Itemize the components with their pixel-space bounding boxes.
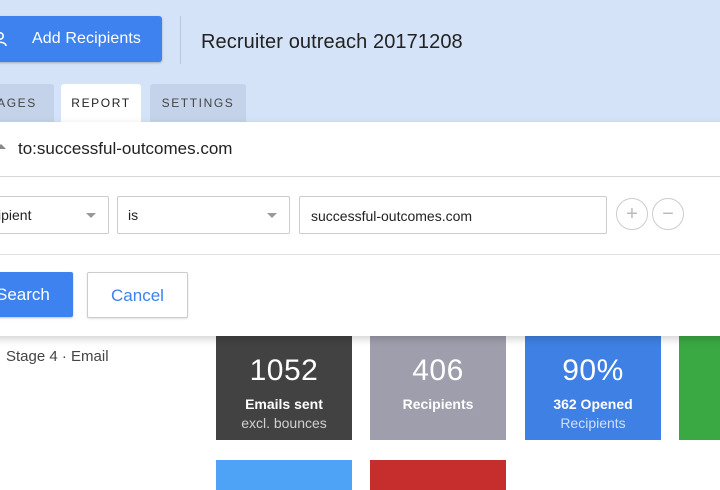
tab-stages-label: AGES [0, 96, 37, 110]
cancel-button-label: Cancel [111, 286, 164, 305]
person-add-icon [0, 32, 7, 47]
cancel-button[interactable]: Cancel [87, 272, 188, 318]
tab-report[interactable]: REPORT [61, 84, 141, 122]
campaign-title: Recruiter outreach 20171208 [201, 31, 463, 53]
stat-subtitle: Recipients [560, 415, 626, 431]
stage-label: Stage 4 · Email [6, 348, 109, 365]
divider [0, 254, 720, 255]
search-panel: to:successful-outcomes.com cipient is su… [0, 122, 720, 336]
search-query-row[interactable]: to:successful-outcomes.com [0, 122, 720, 177]
stat-card-opened[interactable]: 90% 362 Opened Recipients [525, 336, 661, 440]
tab-report-label: REPORT [71, 96, 131, 110]
filter-field-value: cipient [0, 207, 32, 223]
stat-card-emails-sent[interactable]: 1052 Emails sent excl. bounces [216, 336, 352, 440]
stat-value: 406 [412, 354, 464, 387]
add-filter-button[interactable]: + [616, 198, 648, 230]
stat-card-recipients[interactable]: 406 Recipients [370, 336, 506, 440]
dropdown-arrow-icon [86, 213, 96, 218]
stat-card-partial[interactable] [370, 460, 506, 490]
plus-icon: + [626, 202, 638, 225]
stat-value: 1052 [249, 354, 319, 387]
search-query-text[interactable]: to:successful-outcomes.com [18, 139, 232, 159]
tab-settings[interactable]: SETTINGS [150, 84, 246, 122]
stat-card-partial[interactable] [216, 460, 352, 490]
header-divider [180, 16, 181, 64]
stat-title: 362 Opened [553, 396, 633, 412]
stat-title: Recipients [402, 396, 474, 412]
add-recipients-label: Add Recipients [32, 30, 142, 47]
remove-filter-button[interactable]: − [652, 198, 684, 230]
filter-field-select[interactable]: cipient [0, 196, 109, 234]
filter-operator-select[interactable]: is [117, 196, 290, 234]
collapse-caret-icon[interactable] [0, 144, 6, 149]
add-recipients-button[interactable]: Add Recipients [0, 16, 162, 62]
stat-title: Emails sent [245, 396, 323, 412]
dropdown-arrow-icon [267, 213, 277, 218]
search-button-label: Search [0, 285, 50, 304]
filter-value-input[interactable]: successful-outcomes.com [299, 196, 607, 234]
tab-settings-label: SETTINGS [161, 96, 235, 110]
minus-icon: − [662, 202, 674, 225]
stat-card-partial[interactable] [679, 336, 720, 440]
search-button[interactable]: Search [0, 272, 73, 317]
filter-value-text: successful-outcomes.com [311, 208, 473, 224]
tab-stages[interactable]: AGES [0, 84, 54, 122]
filter-operator-value: is [128, 207, 139, 223]
stat-subtitle: excl. bounces [241, 415, 327, 431]
stat-value: 90% [562, 354, 624, 387]
